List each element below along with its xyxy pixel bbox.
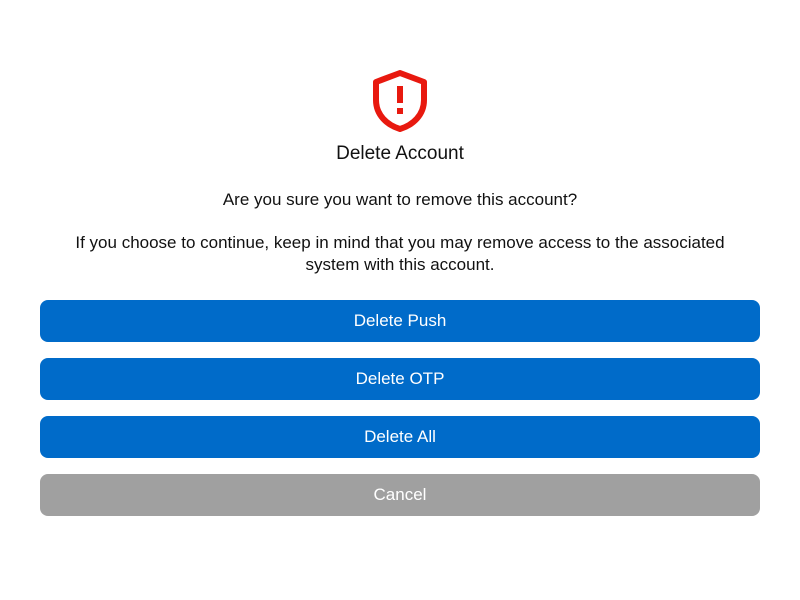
dialog-question: Are you sure you want to remove this acc… <box>222 190 578 209</box>
delete-all-button[interactable]: Delete All <box>40 416 760 458</box>
delete-push-button[interactable]: Delete Push <box>40 300 760 342</box>
delete-otp-button[interactable]: Delete OTP <box>40 358 760 400</box>
dialog-message: If you choose to continue, keep in mind … <box>75 233 725 274</box>
dialog-title: Delete Account <box>336 143 464 164</box>
shield-alert-icon <box>373 70 427 132</box>
cancel-button[interactable]: Cancel <box>40 474 760 516</box>
